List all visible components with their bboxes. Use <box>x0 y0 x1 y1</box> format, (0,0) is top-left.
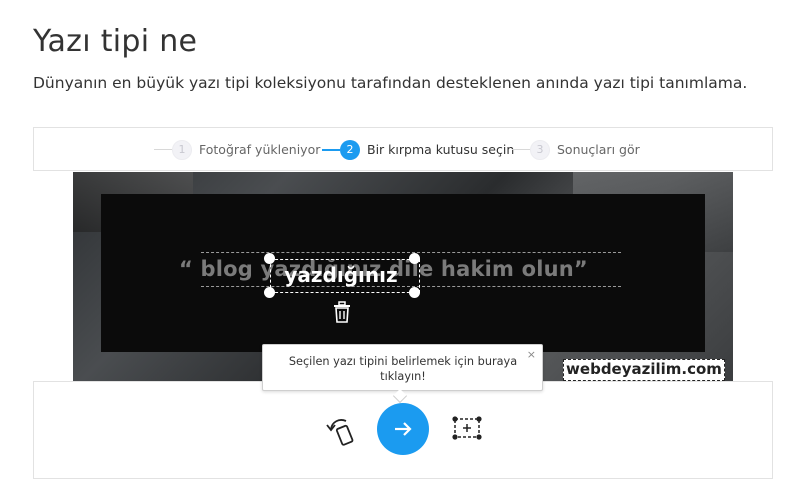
tooltip-text: Seçilen yazı tipini belirlemek için bura… <box>288 355 518 383</box>
arrow-right-icon <box>395 422 412 436</box>
crop-handle-bottom-left[interactable] <box>264 287 275 298</box>
step-2-number: 2 <box>340 140 360 160</box>
close-icon[interactable]: × <box>527 348 536 361</box>
step-1-number: 1 <box>172 140 192 160</box>
rotate-icon[interactable] <box>326 413 360 449</box>
selected-word: yazdığınız <box>284 263 398 287</box>
next-button[interactable] <box>377 403 429 455</box>
page-subtitle: Dünyanın en büyük yazı tipi koleksiyonu … <box>33 74 748 92</box>
step-3-number: 3 <box>530 140 550 160</box>
step-1-label: Fotoğraf yükleniyor <box>199 142 321 157</box>
page-title: Yazı tipi ne <box>33 24 198 59</box>
step-2-label: Bir kırpma kutusu seçin <box>367 142 515 157</box>
step-connector <box>154 149 172 150</box>
hint-tooltip: Seçilen yazı tipini belirlemek için bura… <box>262 344 543 404</box>
stepper: 1 Fotoğraf yükleniyor 2 Bir kırpma kutus… <box>33 127 773 171</box>
watermark: webdeyazilim.com <box>563 359 725 381</box>
crop-handle-top-right[interactable] <box>409 253 420 264</box>
crop-handle-top-left[interactable] <box>264 253 275 264</box>
step-connector <box>512 149 530 150</box>
step-connector-active <box>322 149 340 151</box>
crop-handle-bottom-right[interactable] <box>409 287 420 298</box>
trash-icon[interactable] <box>331 300 353 324</box>
crop-select-icon[interactable] <box>451 415 483 441</box>
step-3-label: Sonuçları gör <box>557 142 640 157</box>
